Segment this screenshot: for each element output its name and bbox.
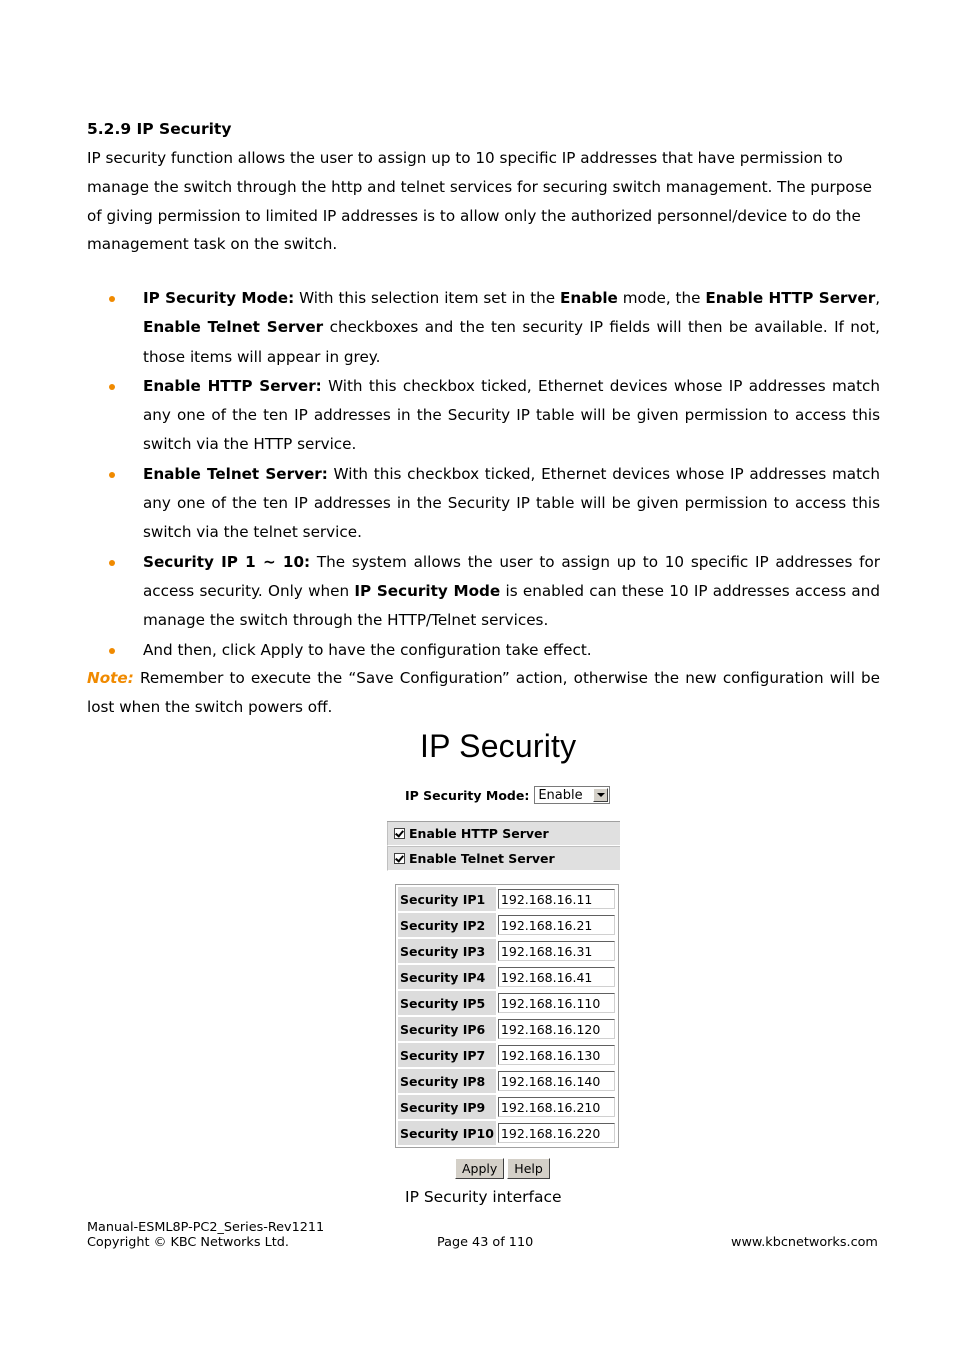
- security-ip-row: Security IP2: [398, 913, 616, 937]
- security-ip-row: Security IP4: [398, 965, 616, 989]
- enable-telnet-server-label: Enable Telnet Server: [409, 851, 555, 866]
- security-ip-row: Security IP7: [398, 1043, 616, 1067]
- note-text: Remember to execute the “Save Configurat…: [87, 669, 880, 716]
- chevron-down-icon[interactable]: [593, 788, 609, 802]
- bullet-term: Enable HTTP Server:: [143, 376, 322, 395]
- bullet-item: And then, click Apply to have the config…: [87, 636, 880, 665]
- ip-security-mode-value: Enable: [538, 787, 583, 803]
- security-ip-cell: [497, 939, 616, 963]
- bullet-text: And then, click Apply to have the config…: [143, 640, 592, 659]
- enable-http-server-row[interactable]: Enable HTTP Server: [387, 822, 620, 846]
- security-ip-input[interactable]: [497, 1097, 615, 1117]
- help-button[interactable]: Help: [507, 1158, 550, 1179]
- server-checkbox-group: Enable HTTP Server Enable Telnet Server: [387, 821, 620, 871]
- bullet-term: Enable Telnet Server:: [143, 464, 328, 483]
- bullet-dot-icon: [109, 471, 115, 478]
- action-buttons: Apply Help: [455, 1158, 550, 1179]
- bullet-dot-icon: [109, 559, 115, 566]
- security-ip-cell: [497, 1121, 616, 1145]
- security-ip-table: Security IP1Security IP2Security IP3Secu…: [395, 884, 619, 1148]
- bullet-text: ,: [875, 289, 881, 307]
- ip-security-mode-label: IP Security Mode:: [405, 787, 530, 803]
- ip-security-mode-row: IP Security Mode: Enable: [405, 786, 611, 804]
- security-ip-label: Security IP10: [398, 1121, 496, 1145]
- security-ip-cell: [497, 1043, 616, 1067]
- feature-bullet-list: IP Security Mode: With this selection it…: [87, 284, 880, 665]
- footer-left: Manual-ESML8P-PC2_Series-Rev1211 Copyrig…: [87, 1220, 324, 1250]
- bullet-text: Enable Telnet Server: [143, 318, 324, 337]
- footer-page-number: Page 43 of 110: [437, 1235, 534, 1250]
- note-paragraph: Note: Remember to execute the “Save Conf…: [87, 664, 880, 722]
- security-ip-label: Security IP9: [398, 1095, 496, 1119]
- bullet-item: IP Security Mode: With this selection it…: [87, 284, 880, 372]
- bullet-item: Enable HTTP Server: With this checkbox t…: [87, 372, 880, 460]
- footer-website: www.kbcnetworks.com: [731, 1235, 878, 1250]
- security-ip-cell: [497, 991, 616, 1015]
- security-ip-cell: [497, 1069, 616, 1093]
- bullet-text: Enable HTTP Server: [705, 289, 876, 307]
- enable-http-server-label: Enable HTTP Server: [409, 826, 549, 841]
- bullet-item: Enable Telnet Server: With this checkbox…: [87, 460, 880, 548]
- enable-http-server-checkbox[interactable]: [394, 828, 405, 839]
- ui-page-title: IP Security: [420, 728, 577, 764]
- security-ip-label: Security IP8: [398, 1069, 496, 1093]
- bullet-dot-icon: [109, 383, 115, 390]
- bullet-text: With this selection item set in the: [294, 289, 561, 307]
- bullet-text: IP Security Mode: [354, 581, 501, 600]
- footer-manual: Manual-ESML8P-PC2_Series-Rev1211: [87, 1220, 325, 1235]
- enable-telnet-server-row[interactable]: Enable Telnet Server: [387, 846, 620, 871]
- footer-copyright: Copyright © KBC Networks Ltd.: [87, 1235, 289, 1250]
- bullet-dot-icon: [109, 296, 115, 302]
- security-ip-input[interactable]: [497, 915, 615, 935]
- security-ip-row: Security IP1: [398, 887, 616, 911]
- security-ip-row: Security IP6: [398, 1017, 616, 1041]
- security-ip-label: Security IP5: [398, 991, 496, 1015]
- intro-paragraph: IP security function allows the user to …: [87, 149, 872, 254]
- bullet-text: mode, the: [617, 289, 706, 307]
- bullet-term: IP Security Mode:: [143, 289, 295, 307]
- note-label: Note:: [87, 669, 134, 687]
- security-ip-cell: [497, 965, 616, 989]
- security-ip-row: Security IP10: [398, 1121, 616, 1145]
- security-ip-input[interactable]: [497, 941, 615, 961]
- security-ip-label: Security IP1: [398, 887, 496, 911]
- security-ip-input[interactable]: [497, 1019, 615, 1039]
- figure-caption: IP Security interface: [405, 1188, 562, 1206]
- security-ip-label: Security IP4: [398, 965, 496, 989]
- security-ip-input[interactable]: [497, 967, 615, 987]
- security-ip-cell: [497, 1095, 616, 1119]
- security-ip-cell: [497, 887, 616, 911]
- bullet-dot-icon: [109, 647, 115, 654]
- security-ip-cell: [497, 1017, 616, 1041]
- bullet-term: Security IP 1 ~ 10:: [143, 552, 311, 571]
- security-ip-row: Security IP5: [398, 991, 616, 1015]
- security-ip-input[interactable]: [497, 889, 615, 909]
- enable-telnet-server-checkbox[interactable]: [394, 853, 405, 864]
- security-ip-label: Security IP3: [398, 939, 496, 963]
- security-ip-label: Security IP7: [398, 1043, 496, 1067]
- security-ip-input[interactable]: [497, 1123, 615, 1143]
- ip-security-mode-select[interactable]: Enable: [534, 786, 611, 804]
- apply-button[interactable]: Apply: [455, 1158, 505, 1179]
- security-ip-input[interactable]: [497, 993, 615, 1013]
- bullet-item: Security IP 1 ~ 10: The system allows th…: [87, 548, 880, 636]
- security-ip-row: Security IP3: [398, 939, 616, 963]
- security-ip-row: Security IP9: [398, 1095, 616, 1119]
- security-ip-label: Security IP6: [398, 1017, 496, 1041]
- security-ip-label: Security IP2: [398, 913, 496, 937]
- section-heading: 5.2.9 IP Security: [87, 120, 232, 138]
- security-ip-row: Security IP8: [398, 1069, 616, 1093]
- bullet-text: Enable: [560, 289, 618, 307]
- security-ip-cell: [497, 913, 616, 937]
- security-ip-input[interactable]: [497, 1045, 615, 1065]
- security-ip-input[interactable]: [497, 1071, 615, 1091]
